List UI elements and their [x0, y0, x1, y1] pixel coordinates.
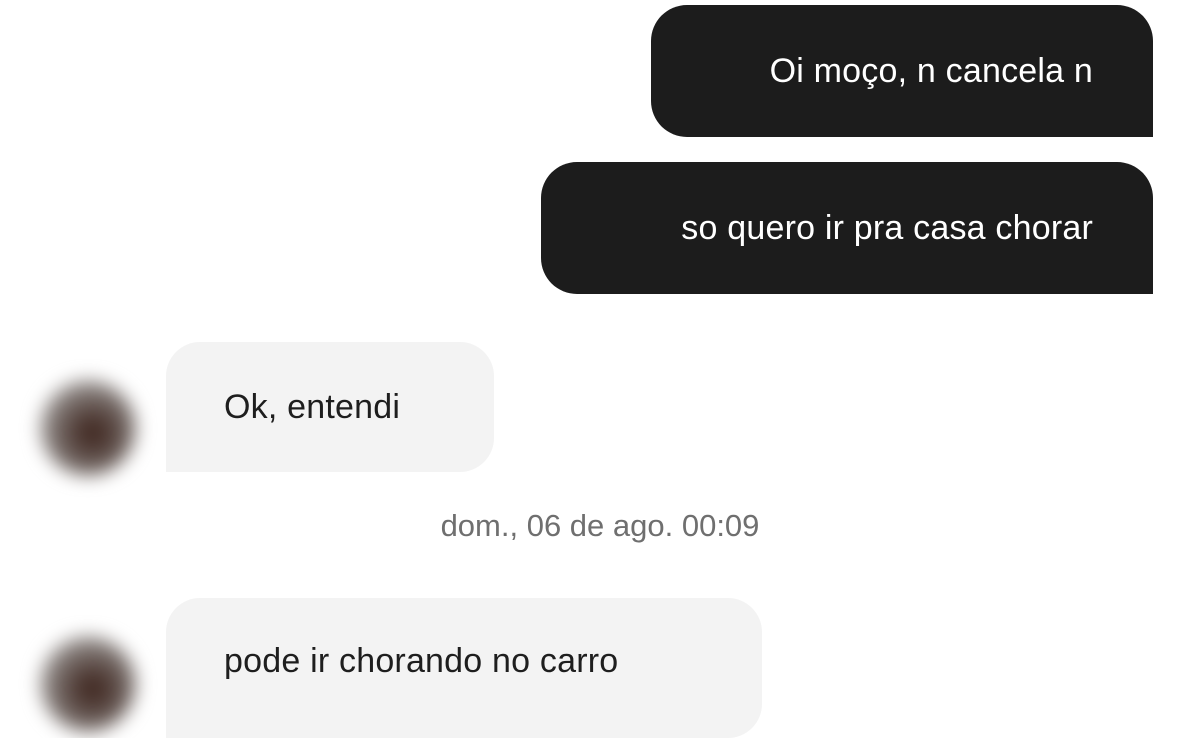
driver-avatar [40, 380, 136, 476]
timestamp-text: dom., 06 de ago. 00:09 [440, 508, 760, 543]
message-text: so quero ir pra casa chorar [681, 208, 1093, 247]
message-timestamp: dom., 06 de ago. 00:09 [0, 508, 1200, 544]
message-text: pode ir chorando no carro [224, 641, 619, 680]
outgoing-message-bubble[interactable]: Oi moço, n cancela n [651, 5, 1153, 137]
incoming-message-bubble[interactable]: Ok, entendi [166, 342, 494, 472]
driver-avatar [40, 636, 136, 732]
message-text: Oi moço, n cancela n [769, 51, 1093, 90]
incoming-message-bubble[interactable]: pode ir chorando no carro [166, 598, 762, 738]
outgoing-message-bubble[interactable]: so quero ir pra casa chorar [541, 162, 1153, 294]
chat-conversation: Oi moço, n cancela n so quero ir pra cas… [0, 0, 1200, 738]
message-text: Ok, entendi [224, 387, 401, 426]
